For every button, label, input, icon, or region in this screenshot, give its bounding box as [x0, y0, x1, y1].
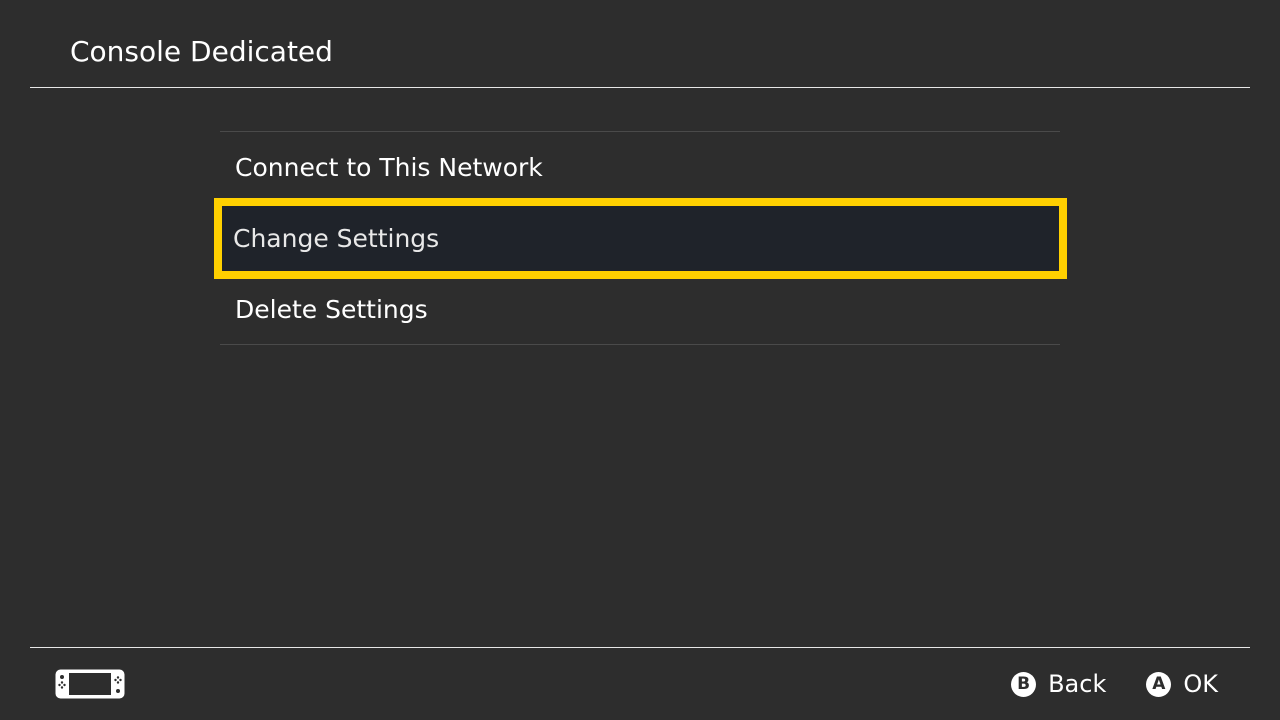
back-button[interactable]: B Back	[1011, 670, 1106, 698]
footer-actions: B Back A OK	[1011, 668, 1218, 700]
menu-item-label: Change Settings	[233, 224, 440, 253]
page-title: Console Dedicated	[70, 35, 333, 68]
menu-item-connect-to-network[interactable]: Connect to This Network	[220, 132, 1060, 203]
ok-label: OK	[1183, 670, 1218, 698]
header-divider	[30, 87, 1250, 88]
menu-item-label: Connect to This Network	[235, 153, 543, 182]
handheld-console-icon	[55, 669, 125, 699]
menu-divider-bottom	[220, 344, 1060, 345]
menu-item-label: Delete Settings	[235, 295, 428, 324]
menu-item-delete-settings[interactable]: Delete Settings	[220, 274, 1060, 345]
back-label: Back	[1048, 670, 1107, 698]
b-button-icon: B	[1011, 671, 1037, 697]
footer-divider	[30, 647, 1250, 648]
settings-menu: Connect to This Network Change Settings …	[214, 131, 1067, 345]
menu-item-change-settings[interactable]: Change Settings	[214, 198, 1067, 279]
ok-button[interactable]: A OK	[1146, 670, 1218, 698]
a-button-icon: A	[1146, 671, 1172, 697]
